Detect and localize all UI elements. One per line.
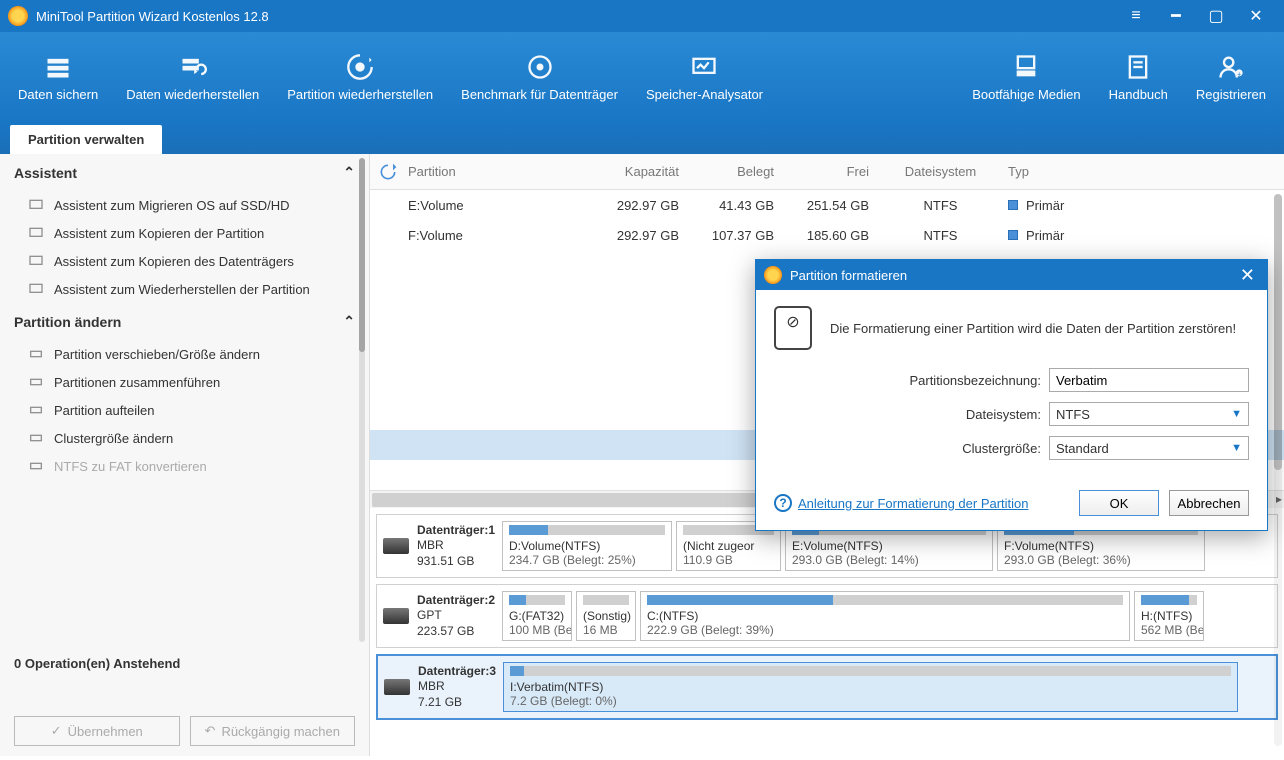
label-partition-name: Partitionsbezeichnung: [909,373,1041,388]
partition-chip[interactable]: H:(NTFS)562 MB (Bel [1134,591,1204,641]
window-buttons: ≡ ━ ▢ ✕ [1116,3,1276,29]
ok-button[interactable]: OK [1079,490,1159,516]
chevron-up-icon: ⌃ [343,164,355,181]
wizard-icon [28,197,44,213]
backup-icon [44,53,72,81]
sidebar-item[interactable]: Assistent zum Kopieren der Partition [0,219,369,247]
main: Assistent ⌃ Assistent zum Migrieren OS a… [0,154,1284,756]
sidebar-item[interactable]: Partition verschieben/Größe ändern [0,340,369,368]
cancel-button[interactable]: Abbrechen [1169,490,1249,516]
dialog-close-button[interactable]: ✕ [1236,265,1259,286]
warning-text: Die Formatierung einer Partition wird di… [830,321,1236,336]
manual-button[interactable]: Handbuch [1095,37,1182,117]
app-title: MiniTool Partition Wizard Kostenlos 12.8 [36,9,1116,24]
sidebar: Assistent ⌃ Assistent zum Migrieren OS a… [0,154,370,756]
bootmedia-button[interactable]: Bootfähige Medien [958,37,1094,117]
partition-chip[interactable]: (Sonstig)16 MB [576,591,636,641]
action-icon [28,430,44,446]
sidebar-item[interactable]: NTFS zu FAT konvertieren [0,452,369,480]
analyzer-icon [690,53,718,81]
input-partition-name[interactable] [1049,368,1249,392]
disk-card[interactable]: Datenträger:3MBR7.21 GBI:Verbatim(NTFS)7… [376,654,1278,720]
select-cluster-size[interactable]: Standard▼ [1049,436,1249,460]
chevron-down-icon: ▼ [1231,442,1242,454]
disk-icon [384,679,410,695]
dialog-app-icon [764,266,782,284]
disk-info: Datenträger:3MBR7.21 GB [384,662,499,712]
sidebar-scrollbar[interactable] [359,158,365,642]
sidebar-group-assistant[interactable]: Assistent ⌃ [0,154,369,191]
format-partition-dialog: Partition formatieren ✕ Die Formatierung… [755,259,1268,531]
sidebar-group-change[interactable]: Partition ändern ⌃ [0,303,369,340]
sidebar-item[interactable]: Partitionen zusammenführen [0,368,369,396]
label-filesystem: Dateisystem: [966,407,1041,422]
partition-chip[interactable]: D:Volume(NTFS)234.7 GB (Belegt: 25%) [502,521,672,571]
partition-chip[interactable]: C:(NTFS)222.9 GB (Belegt: 39%) [640,591,1130,641]
dialog-titlebar[interactable]: Partition formatieren ✕ [756,260,1267,290]
maximize-button[interactable]: ▢ [1196,3,1236,29]
table-row[interactable]: F:Volume292.97 GB107.37 GB185.60 GBNTFSP… [370,220,1284,250]
dialog-title: Partition formatieren [790,268,1236,283]
tab-manage-partition[interactable]: Partition verwalten [10,125,162,154]
action-icon [28,374,44,390]
partition-recover-button[interactable]: Partition wiederherstellen [273,37,447,117]
register-icon: + [1217,53,1245,81]
undo-button[interactable]: ↶Rückgängig machen [190,716,356,746]
sidebar-item[interactable]: Assistent zum Migrieren OS auf SSD/HD [0,191,369,219]
action-icon [28,402,44,418]
sidebar-item[interactable]: Clustergröße ändern [0,424,369,452]
register-button[interactable]: + Registrieren [1182,37,1280,117]
action-icon [28,346,44,362]
chevron-up-icon: ⌃ [343,313,355,330]
chevron-down-icon: ▼ [1231,408,1242,420]
partition-chip[interactable]: G:(FAT32)100 MB (Bel [502,591,572,641]
analyzer-button[interactable]: Speicher-Analysator [632,37,777,117]
wizard-icon [28,225,44,241]
content: Partition Kapazität Belegt Frei Dateisys… [370,154,1284,756]
restore-icon [179,53,207,81]
bootmedia-icon [1012,53,1040,81]
benchmark-icon [526,53,554,81]
minimize-button[interactable]: ━ [1156,3,1196,29]
sidebar-item[interactable]: Partition aufteilen [0,396,369,424]
disk-info: Datenträger:1MBR931.51 GB [383,521,498,571]
toolbar: Daten sichern Daten wiederherstellen Par… [0,32,1284,122]
help-icon: ? [774,494,792,512]
titlebar: MiniTool Partition Wizard Kostenlos 12.8… [0,0,1284,32]
tab-strip: Partition verwalten [0,122,1284,154]
help-link[interactable]: ? Anleitung zur Formatierung der Partiti… [774,494,1029,512]
refresh-icon[interactable] [378,162,398,182]
disk-map-list: Datenträger:1MBR931.51 GBD:Volume(NTFS)2… [370,508,1284,732]
table-row[interactable]: E:Volume292.97 GB41.43 GB251.54 GBNTFSPr… [370,190,1284,220]
app-icon [8,6,28,26]
disk-icon [383,608,409,624]
action-icon [28,458,44,474]
partition-recover-icon [346,53,374,81]
wizard-icon [28,253,44,269]
menu-icon[interactable]: ≡ [1116,3,1156,29]
svg-text:+: + [1237,71,1241,78]
content-vscroll[interactable] [1274,194,1282,746]
warning-icon [774,306,812,350]
partition-table-header: Partition Kapazität Belegt Frei Dateisys… [370,154,1284,190]
select-filesystem[interactable]: NTFS▼ [1049,402,1249,426]
benchmark-button[interactable]: Benchmark für Datenträger [447,37,632,117]
backup-button[interactable]: Daten sichern [4,37,112,117]
disk-info: Datenträger:2GPT223.57 GB [383,591,498,641]
sidebar-footer: ✓Übernehmen ↶Rückgängig machen [0,706,369,756]
sidebar-item[interactable]: Assistent zum Kopieren des Datenträgers [0,247,369,275]
close-button[interactable]: ✕ [1236,3,1276,29]
disk-icon [383,538,409,554]
partition-chip[interactable]: I:Verbatim(NTFS)7.2 GB (Belegt: 0%) [503,662,1238,712]
wizard-icon [28,281,44,297]
sidebar-item[interactable]: Assistent zum Wiederherstellen der Parti… [0,275,369,303]
pending-operations: 0 Operation(en) Anstehend [0,646,369,681]
label-cluster: Clustergröße: [962,441,1041,456]
apply-button[interactable]: ✓Übernehmen [14,716,180,746]
restore-button[interactable]: Daten wiederherstellen [112,37,273,117]
manual-icon [1124,53,1152,81]
disk-card[interactable]: Datenträger:2GPT223.57 GBG:(FAT32)100 MB… [376,584,1278,648]
